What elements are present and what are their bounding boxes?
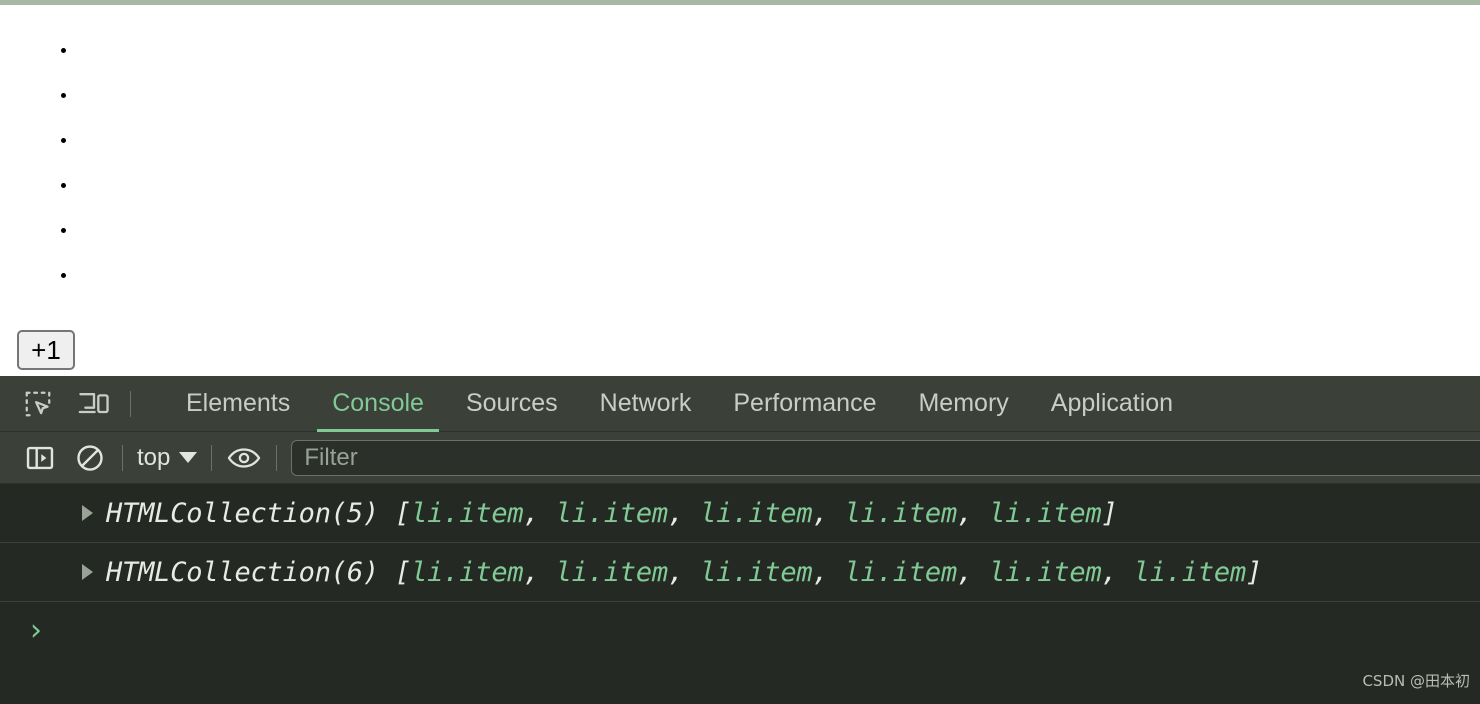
eye-icon[interactable] [222, 438, 266, 478]
tab-network[interactable]: Network [579, 376, 713, 432]
console-item-token: li.item [411, 556, 524, 588]
inspect-element-icon[interactable] [14, 382, 62, 426]
watermark-text: CSDN @田本初 [1362, 672, 1470, 690]
chevron-down-icon [179, 452, 198, 463]
tab-sources[interactable]: Sources [445, 376, 579, 432]
tab-console[interactable]: Console [311, 376, 445, 432]
console-message-text: HTMLCollection(5) [li.item, li.item, li.… [106, 497, 1118, 529]
console-item-token: li.item [411, 497, 524, 529]
web-page-content: +1 [0, 0, 1480, 376]
expand-triangle-icon[interactable] [82, 564, 93, 580]
list-item [78, 117, 1480, 162]
console-message-row[interactable]: HTMLCollection(6) [li.item, li.item, li.… [0, 543, 1480, 602]
console-item-token: li.item [989, 556, 1102, 588]
devtools-tab-bar: Elements Console Sources Network Perform… [0, 376, 1480, 432]
console-message-row[interactable]: HTMLCollection(5) [li.item, li.item, li.… [0, 484, 1480, 543]
devtools-tabs: Elements Console Sources Network Perform… [165, 376, 1194, 432]
execution-context-label: top [137, 443, 171, 471]
prompt-chevron-icon: › [30, 613, 42, 648]
execution-context-selector[interactable]: top [133, 444, 201, 472]
console-message-text: HTMLCollection(6) [li.item, li.item, li.… [106, 556, 1263, 588]
add-item-button[interactable]: +1 [17, 330, 75, 370]
console-item-token: li.item [844, 497, 958, 529]
toolbar-divider [211, 444, 213, 471]
console-item-token: li.item [700, 556, 813, 588]
item-list [0, 5, 1480, 297]
toolbar-divider [130, 390, 131, 417]
toolbar-divider [276, 444, 278, 471]
list-item [78, 252, 1480, 297]
console-item-token: li.item [555, 556, 669, 588]
tab-performance[interactable]: Performance [712, 376, 897, 432]
devtools-panel: Elements Console Sources Network Perform… [0, 376, 1480, 704]
tab-elements[interactable]: Elements [165, 376, 311, 432]
expand-triangle-icon[interactable] [82, 505, 93, 521]
list-item [78, 27, 1480, 72]
console-item-token: li.item [989, 497, 1102, 529]
device-toolbar-icon[interactable] [70, 382, 118, 426]
console-output: HTMLCollection(5) [li.item, li.item, li.… [0, 484, 1480, 703]
toolbar-divider [122, 444, 123, 471]
console-item-token: li.item [1133, 556, 1247, 588]
tab-application[interactable]: Application [1030, 376, 1194, 432]
list-item [78, 162, 1480, 207]
list-item [78, 207, 1480, 252]
tab-memory[interactable]: Memory [897, 376, 1029, 432]
console-toolbar: top [0, 432, 1480, 484]
console-item-token: li.item [555, 497, 669, 529]
clear-console-icon[interactable] [68, 438, 112, 478]
console-filter-input[interactable] [291, 439, 1480, 476]
list-item [78, 72, 1480, 117]
console-prompt-row[interactable]: › [0, 602, 1480, 660]
console-item-token: li.item [844, 556, 958, 588]
console-sidebar-icon[interactable] [18, 438, 62, 478]
console-item-token: li.item [700, 497, 813, 529]
